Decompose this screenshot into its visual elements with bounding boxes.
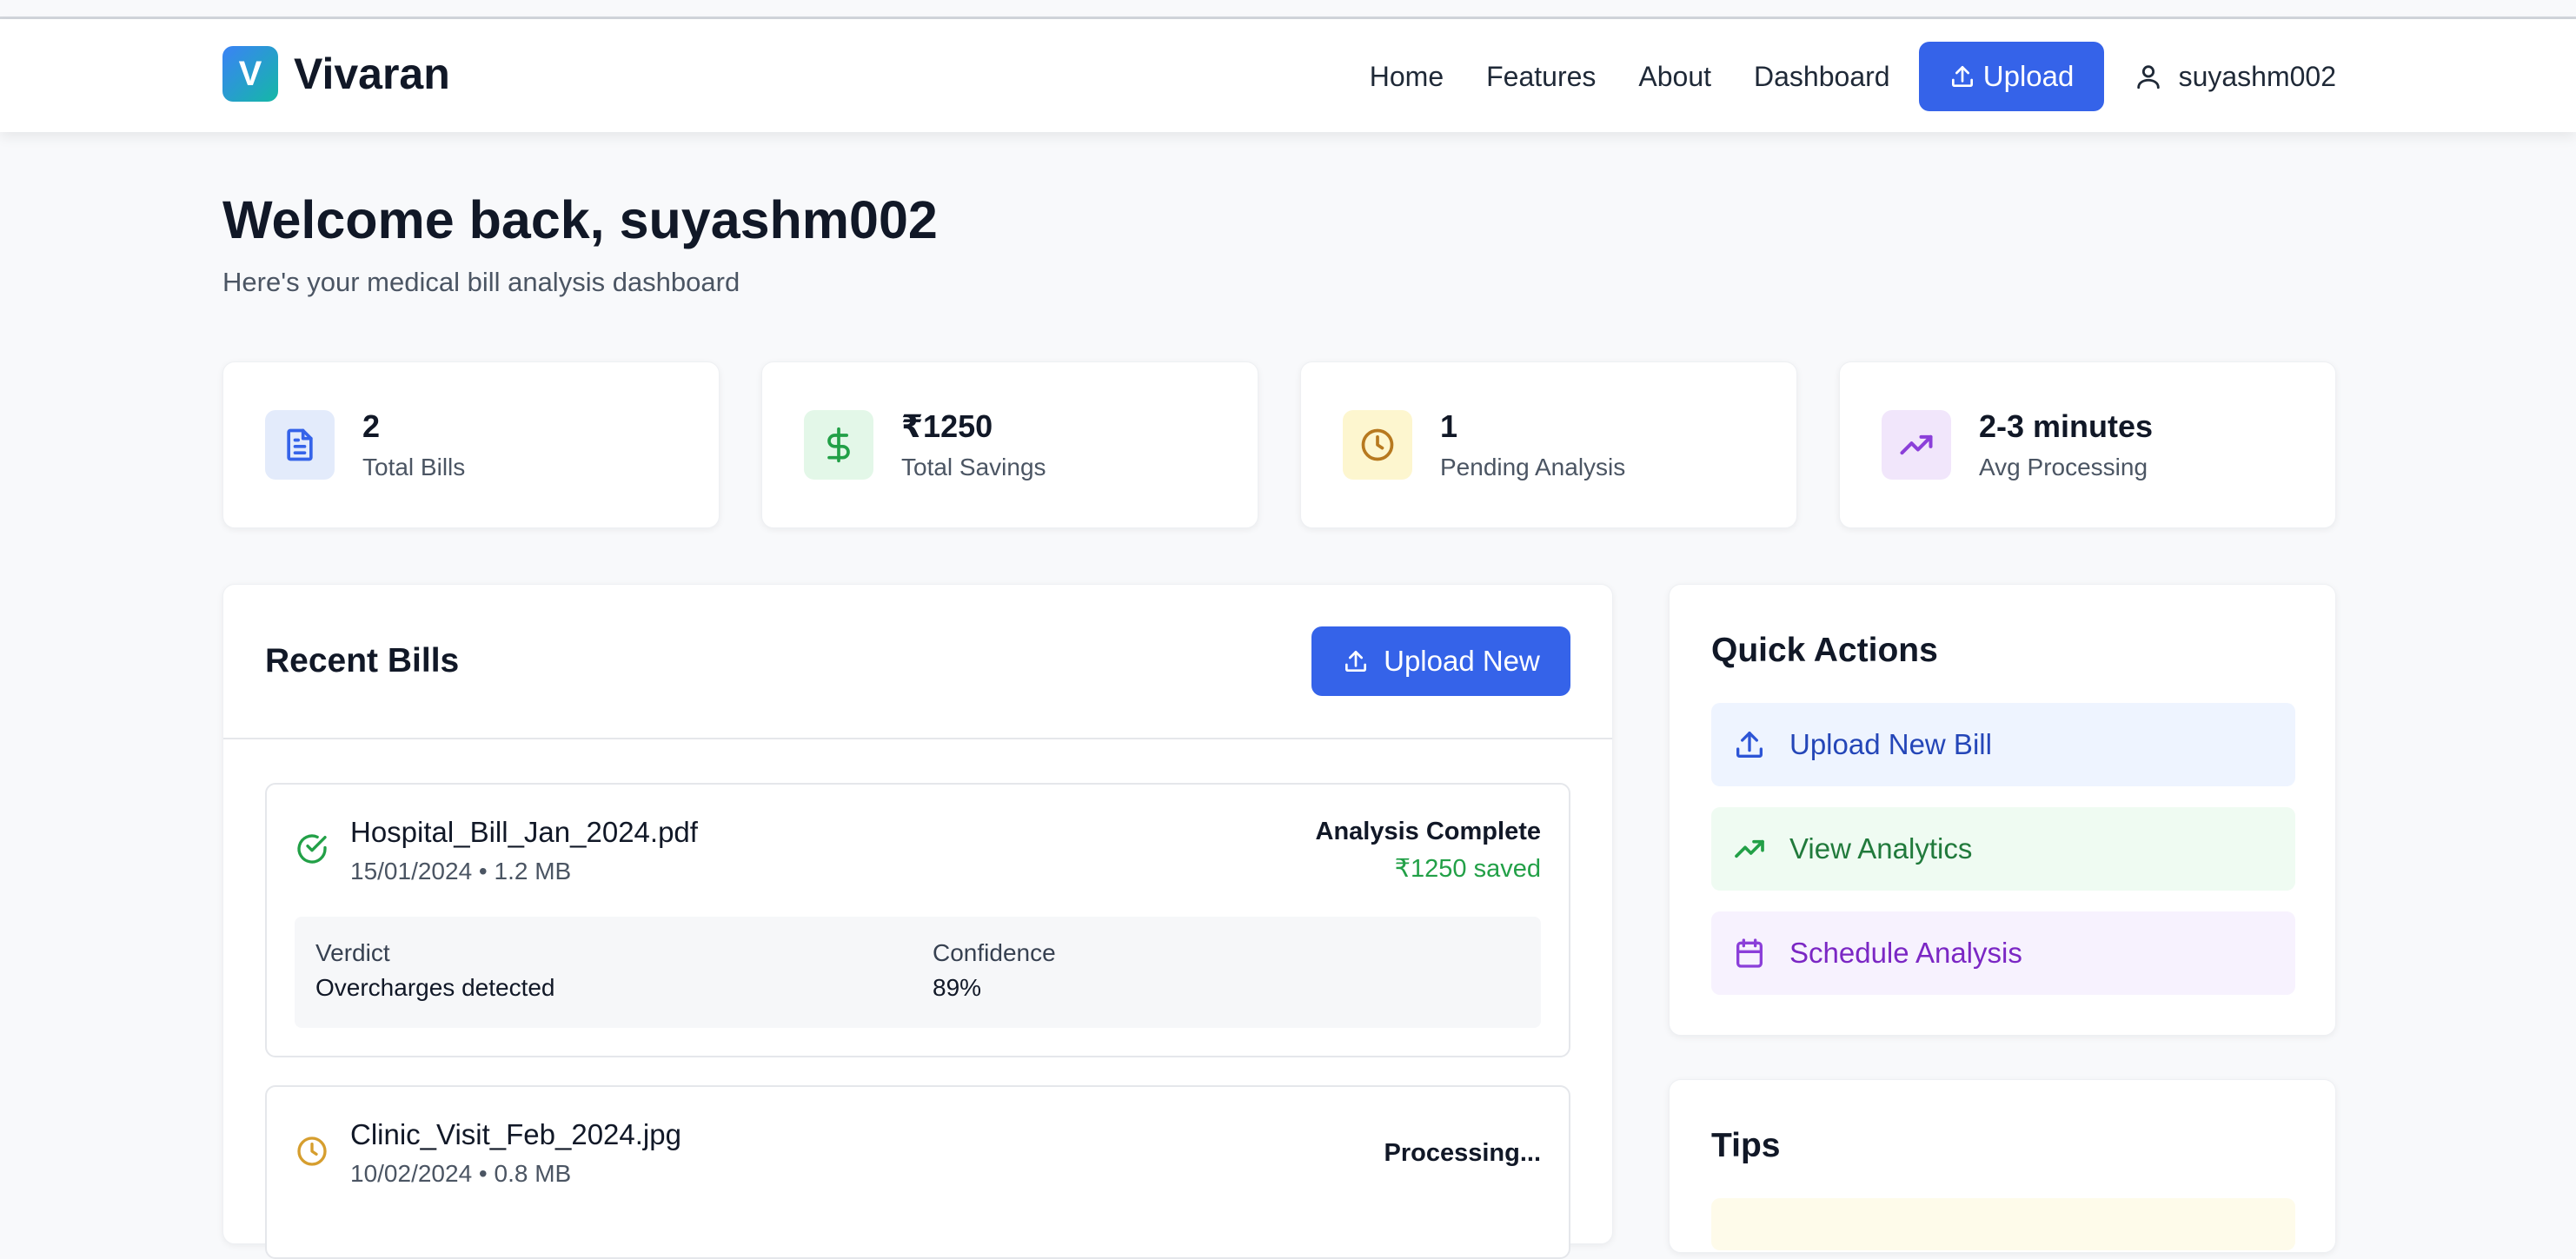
clock-icon — [1343, 410, 1412, 480]
bill-status: Processing... — [1384, 1139, 1541, 1167]
confidence-value: 89% — [933, 974, 982, 1001]
tips-panel: Tips — [1669, 1079, 2336, 1253]
nav-upload-label: Upload — [1982, 60, 2075, 92]
upload-new-bill-action[interactable]: Upload New Bill — [1711, 703, 2295, 786]
brand-name: Vivaran — [294, 50, 450, 98]
stat-label: Total Savings — [901, 454, 1046, 480]
user-icon — [2136, 65, 2160, 89]
welcome-section: Welcome back, suyashm002 Here's your med… — [222, 185, 938, 298]
trending-up-icon — [1735, 839, 1764, 858]
nav-dashboard-link[interactable]: Dashboard — [1754, 61, 1890, 93]
stats-row: 2 Total Bills ₹1250 Total Savings 1 Pend… — [222, 361, 2336, 528]
upload-icon — [1736, 732, 1763, 758]
main-nav: Home Features About Dashboard Upload suy… — [1370, 42, 2336, 111]
quick-actions-title: Quick Actions — [1711, 632, 1938, 669]
recent-bills-title: Recent Bills — [265, 642, 460, 679]
tip-item — [1711, 1198, 2295, 1250]
confidence-label: Confidence — [933, 939, 1056, 966]
schedule-analysis-label: Schedule Analysis — [1789, 937, 2022, 969]
bill-card[interactable]: Clinic_Visit_Feb_2024.jpg 10/02/2024 • 0… — [265, 1085, 1570, 1259]
page-title: Welcome back, suyashm002 — [222, 190, 938, 249]
stat-value: 1 — [1440, 408, 1458, 444]
logo-badge: V — [222, 46, 278, 102]
upload-new-bill-label: Upload New Bill — [1789, 728, 1992, 760]
quick-actions-panel: Quick Actions Upload New Bill View Analy… — [1669, 584, 2336, 1036]
bill-filename: Hospital_Bill_Jan_2024.pdf — [350, 816, 698, 848]
upload-new-label: Upload New — [1384, 645, 1540, 677]
username: suyashm002 — [2178, 60, 2336, 92]
upload-new-button[interactable]: Upload New — [1311, 626, 1570, 696]
stat-value: 2 — [362, 408, 381, 444]
trending-up-icon — [1882, 410, 1951, 480]
nav-features-link[interactable]: Features — [1486, 61, 1596, 93]
brand-logo[interactable]: V Vivaran — [222, 46, 450, 102]
bill-meta: 10/02/2024 • 0.8 MB — [350, 1160, 572, 1187]
clock-icon — [295, 1134, 329, 1173]
stat-label: Total Bills — [362, 454, 466, 480]
tips-title: Tips — [1711, 1127, 1781, 1164]
view-analytics-action[interactable]: View Analytics — [1711, 807, 2295, 891]
stat-label: Pending Analysis — [1440, 454, 1626, 480]
bill-status: Analysis Complete — [1315, 818, 1541, 845]
recent-bills-panel: Recent Bills Upload New Hospital_Bill_Ja… — [222, 584, 1613, 1259]
top-navbar: V Vivaran Home Features About Dashboard … — [0, 19, 2576, 132]
page-subtitle: Here's your medical bill analysis dashbo… — [222, 267, 740, 297]
recent-bills-header: Recent Bills Upload New — [223, 585, 1612, 739]
bill-savings: ₹1250 saved — [1394, 855, 1541, 883]
stat-card-total-bills: 2 Total Bills — [222, 361, 720, 528]
upload-icon — [1951, 66, 1973, 87]
bill-analysis-summary: Verdict Overcharges detected Confidence … — [295, 917, 1541, 1028]
stat-value: 2-3 minutes — [1979, 408, 2154, 444]
stat-label: Avg Processing — [1979, 454, 2148, 480]
verdict-label: Verdict — [315, 939, 390, 966]
nav-home-link[interactable]: Home — [1370, 61, 1444, 93]
view-analytics-label: View Analytics — [1789, 832, 1973, 865]
dollar-icon — [804, 410, 873, 480]
bill-meta: 15/01/2024 • 1.2 MB — [350, 858, 572, 885]
stat-card-avg-processing: 2-3 minutes Avg Processing — [1839, 361, 2336, 528]
user-menu[interactable]: suyashm002 — [2134, 61, 2336, 93]
nav-about-link[interactable]: About — [1638, 61, 1711, 93]
verdict-value: Overcharges detected — [315, 974, 555, 1001]
nav-upload-button[interactable]: Upload — [1918, 42, 2104, 111]
check-circle-icon — [295, 832, 329, 871]
stat-value: ₹1250 — [901, 408, 993, 444]
upload-icon — [1345, 651, 1367, 672]
stat-card-pending-analysis: 1 Pending Analysis — [1300, 361, 1797, 528]
stat-card-total-savings: ₹1250 Total Savings — [761, 361, 1258, 528]
schedule-analysis-action[interactable]: Schedule Analysis — [1711, 911, 2295, 995]
calendar-icon — [1736, 938, 1763, 968]
bill-card[interactable]: Hospital_Bill_Jan_2024.pdf 15/01/2024 • … — [265, 783, 1570, 1057]
bill-filename: Clinic_Visit_Feb_2024.jpg — [350, 1118, 681, 1150]
browser-top-edge — [0, 0, 2576, 19]
document-icon — [265, 410, 335, 480]
